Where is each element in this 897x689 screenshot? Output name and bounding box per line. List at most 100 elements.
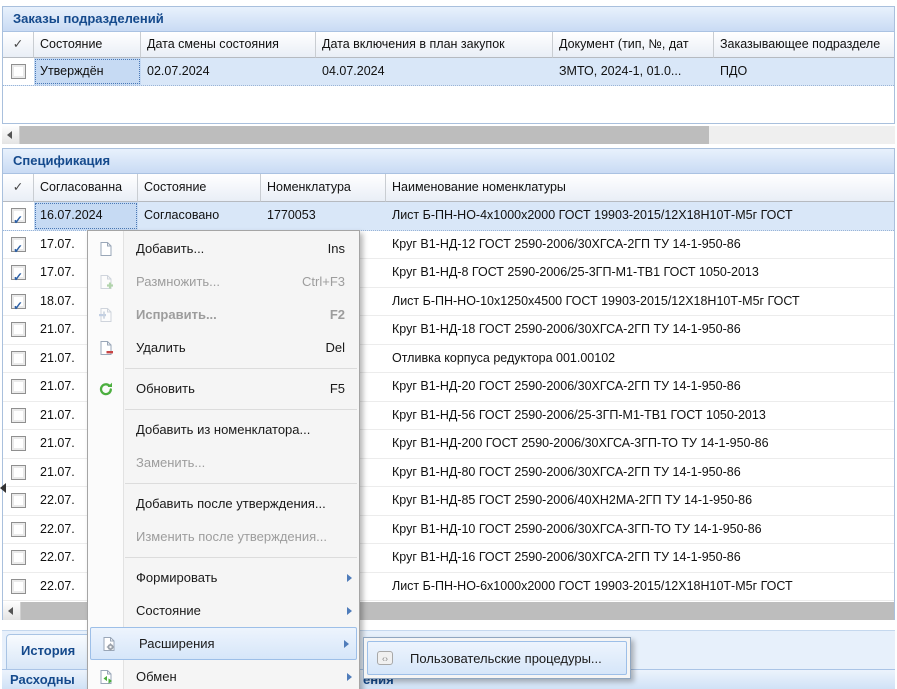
menu-item[interactable]: Расширения <box>90 627 357 660</box>
department-cell[interactable]: ПДО <box>714 58 894 85</box>
column-header-document[interactable]: Документ (тип, №, дат <box>553 32 714 58</box>
row-checkbox[interactable] <box>11 351 26 366</box>
row-select-cell[interactable] <box>3 573 34 601</box>
tab-history[interactable]: История <box>6 634 96 670</box>
menu-item-user-procedures[interactable]: ‹› Пользовательские процедуры... <box>367 641 627 675</box>
row-checkbox[interactable] <box>11 322 26 337</box>
orders-horizontal-scrollbar[interactable] <box>2 126 895 144</box>
orders-panel-title: Заказы подразделений <box>3 7 894 32</box>
agreed-date-cell[interactable]: 16.07.2024 <box>34 202 138 230</box>
state-change-date-cell[interactable]: 02.07.2024 <box>141 58 316 85</box>
orders-grid-header: ✓ Состояние Дата смены состояния Дата вк… <box>3 32 894 58</box>
menu-item[interactable]: Размножить...Ctrl+F3 <box>88 265 359 298</box>
column-header-department[interactable]: Заказывающее подразделе <box>714 32 894 58</box>
splitter-collapse-arrow-icon[interactable] <box>0 483 6 493</box>
column-header-plan-date[interactable]: Дата включения в план закупок <box>316 32 553 58</box>
nomenclature-name-cell[interactable]: Круг В1-НД-10 ГОСТ 2590-2006/30ХГСА-3ГП-… <box>386 516 894 544</box>
row-select-cell[interactable] <box>3 544 34 572</box>
nomenclature-name-cell[interactable]: Круг В1-НД-80 ГОСТ 2590-2006/30ХГСА-2ГП … <box>386 459 894 487</box>
state-cell[interactable]: Утверждён <box>34 58 141 85</box>
menu-item[interactable]: Исправить...F2 <box>88 298 359 331</box>
nomenclature-name-cell[interactable]: Лист Б-ПН-НО-10х1250х4500 ГОСТ 19903-201… <box>386 288 894 316</box>
row-checkbox[interactable] <box>11 465 26 480</box>
nomenclature-name-cell[interactable]: Лист Б-ПН-НО-6х1000х2000 ГОСТ 19903-2015… <box>386 573 894 601</box>
menu-item-shortcut: Ctrl+F3 <box>302 274 345 289</box>
menu-item[interactable]: Изменить после утверждения... <box>88 520 359 553</box>
row-checkbox[interactable] <box>11 493 26 508</box>
table-row[interactable]: 16.07.2024Согласовано1770053Лист Б-ПН-НО… <box>3 202 894 231</box>
nomenclature-name-cell[interactable]: Лист Б-ПН-НО-4х1000х2000 ГОСТ 19903-2015… <box>386 202 894 230</box>
exchange-icon <box>88 669 124 685</box>
menu-item[interactable]: ОбновитьF5 <box>88 372 359 405</box>
menu-item[interactable]: Добавить из номенклатора... <box>88 413 359 446</box>
nomenclature-name-cell[interactable]: Круг В1-НД-16 ГОСТ 2590-2006/30ХГСА-2ГП … <box>386 544 894 572</box>
nomenclature-name-cell[interactable]: Круг В1-НД-18 ГОСТ 2590-2006/30ХГСА-2ГП … <box>386 316 894 344</box>
row-select-cell[interactable] <box>3 202 34 230</box>
row-select-cell[interactable] <box>3 516 34 544</box>
row-select-cell[interactable] <box>3 316 34 344</box>
column-header-state[interactable]: Состояние <box>34 32 141 58</box>
menu-item-shortcut: F2 <box>330 307 345 322</box>
menu-item[interactable]: Обмен <box>88 660 359 689</box>
row-checkbox[interactable] <box>11 522 26 537</box>
row-checkbox[interactable] <box>11 379 26 394</box>
row-checkbox[interactable] <box>11 408 26 423</box>
orders-table-row[interactable]: Утверждён 02.07.2024 04.07.2024 ЗМТО, 20… <box>3 58 894 86</box>
select-all-column-header[interactable]: ✓ <box>3 32 34 58</box>
nomenclature-name-cell[interactable]: Отливка корпуса редуктора 001.00102 <box>386 345 894 373</box>
nomenclature-name-cell[interactable]: Круг В1-НД-56 ГОСТ 2590-2006/25-3ГП-М1-Т… <box>386 402 894 430</box>
refresh-icon <box>88 381 124 397</box>
menu-item[interactable]: Формировать <box>88 561 359 594</box>
row-select-cell[interactable] <box>3 430 34 458</box>
nomenclature-name-cell[interactable]: Круг В1-НД-12 ГОСТ 2590-2006/30ХГСА-2ГП … <box>386 231 894 259</box>
menu-separator <box>125 409 357 410</box>
select-all-column-header[interactable]: ✓ <box>3 174 34 202</box>
nomenclature-cell[interactable]: 1770053 <box>261 202 386 230</box>
nomenclature-name-cell[interactable]: Круг В1-НД-20 ГОСТ 2590-2006/30ХГСА-2ГП … <box>386 373 894 401</box>
row-select-cell[interactable] <box>3 259 34 287</box>
row-select-cell[interactable] <box>3 373 34 401</box>
nomenclature-name-cell[interactable]: Круг В1-НД-85 ГОСТ 2590-2006/40ХН2МА-2ГП… <box>386 487 894 515</box>
plan-date-cell[interactable]: 04.07.2024 <box>316 58 553 85</box>
row-select-cell[interactable] <box>3 288 34 316</box>
row-checkbox[interactable] <box>11 579 26 594</box>
column-header-nomenclature-name[interactable]: Наименование номенклатуры <box>386 174 894 202</box>
orders-panel: Заказы подразделений ✓ Состояние Дата см… <box>2 6 895 124</box>
row-checkbox[interactable] <box>11 64 26 79</box>
menu-item-label: Обмен <box>124 669 347 684</box>
row-checkbox-checked[interactable] <box>11 237 26 252</box>
row-checkbox-checked[interactable] <box>11 208 26 223</box>
row-select-cell[interactable] <box>3 231 34 259</box>
column-header-state[interactable]: Состояние <box>138 174 261 202</box>
row-select-cell[interactable] <box>3 58 34 85</box>
row-select-cell[interactable] <box>3 487 34 515</box>
menu-item[interactable]: Заменить... <box>88 446 359 479</box>
menu-item[interactable]: Добавить...Ins <box>88 232 359 265</box>
page-minus-icon <box>88 340 124 356</box>
state-cell[interactable]: Согласовано <box>138 202 261 230</box>
column-header-nomenclature[interactable]: Номенклатура <box>261 174 386 202</box>
column-header-state-change-date[interactable]: Дата смены состояния <box>141 32 316 58</box>
row-checkbox[interactable] <box>11 550 26 565</box>
scrollbar-thumb[interactable] <box>20 126 709 144</box>
menu-item[interactable]: Добавить после утверждения... <box>88 487 359 520</box>
menu-item[interactable]: УдалитьDel <box>88 331 359 364</box>
menu-item-label: Добавить... <box>124 241 328 256</box>
menu-item[interactable]: Состояние <box>88 594 359 627</box>
nomenclature-name-cell[interactable]: Круг В1-НД-8 ГОСТ 2590-2006/25-3ГП-М1-ТВ… <box>386 259 894 287</box>
column-header-agreed-date[interactable]: Согласованна <box>34 174 138 202</box>
submenu-arrow-icon <box>344 640 349 648</box>
row-checkbox-checked[interactable] <box>11 294 26 309</box>
row-select-cell[interactable] <box>3 345 34 373</box>
page-new-icon <box>88 241 124 257</box>
scroll-left-arrow-icon[interactable] <box>2 126 20 144</box>
page-edit-icon <box>88 307 124 323</box>
nomenclature-name-cell[interactable]: Круг В1-НД-200 ГОСТ 2590-2006/30ХГСА-3ГП… <box>386 430 894 458</box>
scroll-left-arrow-icon[interactable] <box>3 602 21 620</box>
row-checkbox-checked[interactable] <box>11 265 26 280</box>
document-cell[interactable]: ЗМТО, 2024-1, 01.0... <box>553 58 714 85</box>
menu-item-label: Обновить <box>124 381 330 396</box>
row-checkbox[interactable] <box>11 436 26 451</box>
row-select-cell[interactable] <box>3 459 34 487</box>
row-select-cell[interactable] <box>3 402 34 430</box>
